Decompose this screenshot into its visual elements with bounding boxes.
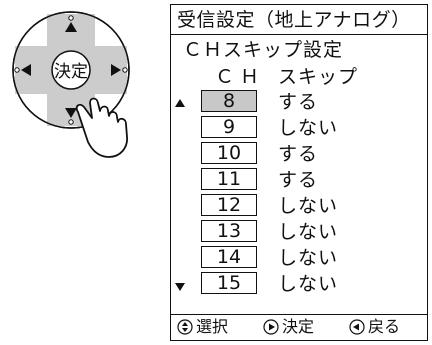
hand-pointer-icon <box>75 97 128 158</box>
channel-row[interactable]: 10 する <box>171 141 427 167</box>
right-icon <box>263 319 279 335</box>
channel-row[interactable]: 14 しない <box>171 245 427 271</box>
channel-number-box: 15 <box>201 272 257 294</box>
up-down-icon <box>177 319 193 335</box>
channel-number-box: 8 <box>201 90 257 112</box>
skip-value: しない <box>278 195 339 217</box>
channel-row[interactable]: 13 しない <box>171 219 427 245</box>
footer-confirm-label: 決定 <box>282 317 315 336</box>
osd-menu-panel: 受信設定（地上アナログ） ＣＨスキップ設定 ＣＨ スキップ 8 する 9 しない… <box>170 4 428 341</box>
channel-number-box: 9 <box>201 116 257 138</box>
left-icon <box>349 319 365 335</box>
skip-value: する <box>278 169 319 191</box>
channel-row[interactable]: 12 しない <box>171 193 427 219</box>
channel-number-box: 10 <box>201 142 257 164</box>
channel-row-selected[interactable]: 8 する <box>171 89 427 115</box>
channel-number-box: 14 <box>201 246 257 268</box>
menu-title: 受信設定（地上アナログ） <box>171 5 427 35</box>
skip-value: する <box>278 91 319 113</box>
channel-number-box: 13 <box>201 220 257 242</box>
skip-value: する <box>278 143 319 165</box>
column-header-skip: スキップ <box>278 66 359 88</box>
skip-value: しない <box>278 247 339 269</box>
remote-dpad: 決定 <box>0 0 160 170</box>
channel-row[interactable]: 15 しない <box>171 271 427 297</box>
menu-footer: 選択 決定 戻る <box>171 314 427 340</box>
channel-row[interactable]: 11 する <box>171 167 427 193</box>
footer-back-label: 戻る <box>368 317 401 336</box>
skip-value: しない <box>278 273 339 295</box>
channel-row[interactable]: 9 しない <box>171 115 427 141</box>
skip-value: しない <box>278 221 339 243</box>
column-header-ch: ＣＨ <box>215 66 266 88</box>
channel-number-box: 12 <box>201 194 257 216</box>
menu-subtitle: ＣＨスキップ設定 <box>183 39 344 61</box>
footer-select-label: 選択 <box>196 317 229 336</box>
enter-button-label: 決定 <box>54 62 88 82</box>
channel-number-box: 11 <box>201 168 257 190</box>
remote-dpad-graphic: 決定 <box>12 11 130 158</box>
skip-value: しない <box>278 117 339 139</box>
